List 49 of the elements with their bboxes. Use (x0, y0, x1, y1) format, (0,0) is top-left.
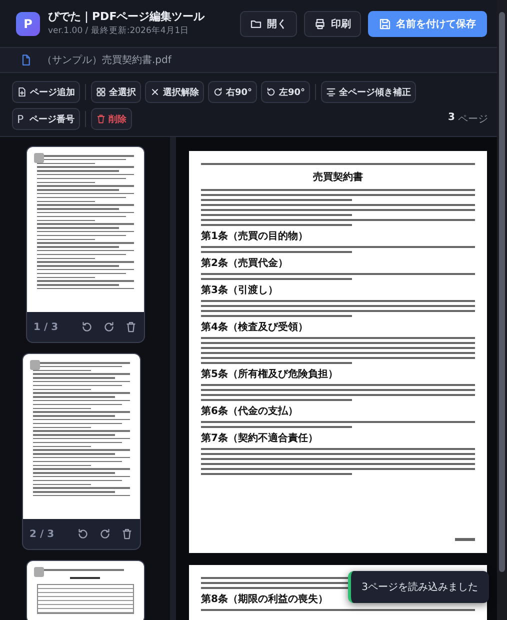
page-thumbnail[interactable] (22, 354, 140, 519)
page-number-label: 1 / 3 (34, 322, 60, 332)
toolbar-button[interactable]: 全ページ傾き補正 (321, 81, 416, 103)
save-icon (379, 18, 391, 30)
grid-icon (96, 87, 106, 97)
header-button[interactable]: 開く (240, 10, 297, 36)
toolbar-button[interactable]: 左90° (261, 81, 310, 103)
rotate-right-icon (102, 321, 114, 333)
document-icon (20, 54, 32, 66)
app-title: ぴでた｜PDFページ編集ツール (48, 10, 206, 24)
toast-message: 3ページを読み込みました (348, 571, 489, 603)
article-heading: 第8条（期限の利益の喪失） (201, 594, 329, 606)
page-count: 3 ページ (448, 112, 489, 126)
rotate-right-icon (98, 528, 110, 540)
page-add-icon (17, 87, 27, 97)
rotate-left-icon (80, 321, 92, 333)
article-heading: 第7条（契約不適合責任） (201, 433, 319, 445)
trash-icon (96, 114, 106, 124)
page-number-label: 2 / 3 (30, 528, 56, 540)
toolbar-button[interactable]: P ページ番号 (12, 108, 80, 130)
version-text: ver.1.00 / 最終更新:2026年4月1日 (48, 26, 190, 37)
document-title: 売買契約書 (312, 170, 364, 184)
article-heading: 第4条（検査及び受領） (201, 322, 309, 334)
article-heading: 第3条（引渡し） (201, 285, 279, 297)
rotate-right-icon (213, 87, 223, 97)
page-thumbnail[interactable] (26, 147, 144, 312)
file-name: （サンプル）売買契約書.pdf (42, 54, 172, 67)
rotate-left-icon (76, 528, 88, 540)
toolbar-button[interactable]: 削除 (90, 108, 132, 130)
rotate-left-icon (266, 87, 276, 97)
close-icon (150, 87, 160, 97)
letter-icon: P (17, 112, 27, 126)
folder-icon (250, 18, 262, 30)
printer-icon (314, 18, 326, 30)
article-heading: 第1条（売買の目的物） (201, 231, 309, 243)
trash-icon (124, 321, 136, 333)
trash-icon (120, 528, 132, 540)
toolbar-button[interactable]: 選択解除 (145, 81, 204, 103)
article-heading: 第2条（売買代金） (201, 258, 289, 270)
toolbar-button[interactable]: ページ追加 (12, 81, 80, 103)
app-logo: P (16, 12, 40, 36)
toolbar-button[interactable]: 右90° (208, 81, 258, 103)
scrollbar[interactable] (497, 0, 507, 620)
align-icon (326, 87, 336, 97)
article-heading: 第5条（所有権及び危険負担） (201, 369, 339, 381)
header-button[interactable]: 印刷 (304, 10, 361, 36)
article-heading: 第6条（代金の支払） (201, 406, 299, 418)
toolbar-button[interactable]: 全選択 (91, 81, 141, 103)
page-footer-mark (455, 538, 475, 541)
